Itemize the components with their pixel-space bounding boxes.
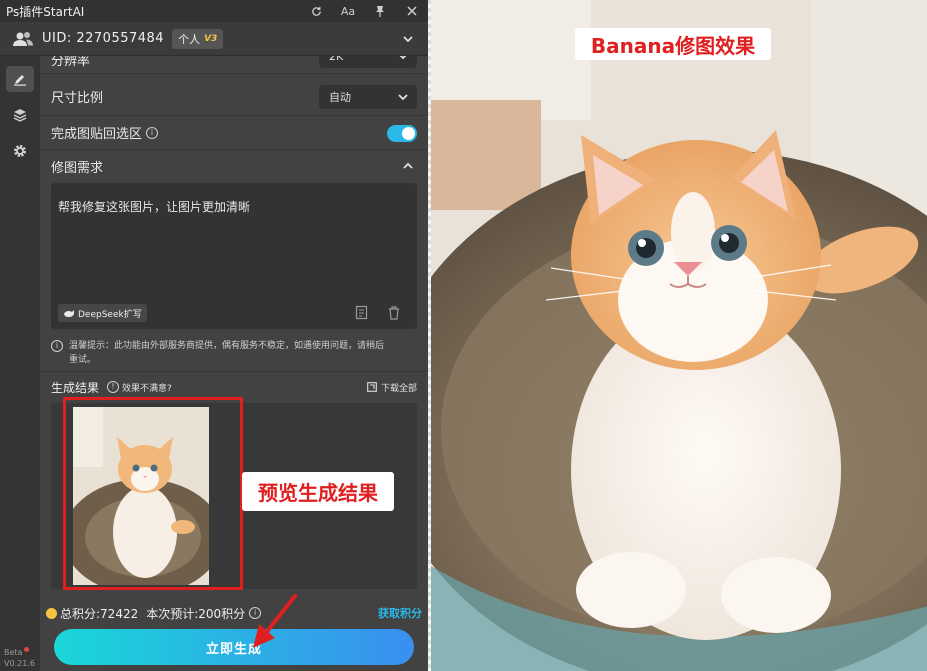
trash-icon[interactable] bbox=[387, 305, 401, 321]
preview-callout: 预览生成结果 bbox=[242, 472, 394, 511]
nav-edit[interactable] bbox=[6, 66, 34, 92]
result-header: 生成结果 ! 效果不满意? 下载全部 bbox=[51, 378, 417, 396]
layers-icon bbox=[13, 109, 27, 122]
close-icon[interactable] bbox=[396, 0, 428, 22]
plugin-panel: Ps插件StartAI Aa UID: 2270557484 个人 V3 Bet… bbox=[0, 0, 428, 671]
download-all-button[interactable]: 下载全部 bbox=[367, 381, 417, 394]
prompt-text: 帮我修复这张图片，让图片更加清晰 bbox=[58, 200, 251, 214]
beta-label: Beta bbox=[4, 648, 23, 657]
nav-settings[interactable] bbox=[6, 138, 34, 164]
download-icon bbox=[367, 382, 377, 392]
deepseek-label: DeepSeek扩写 bbox=[78, 309, 142, 320]
nav-layers[interactable] bbox=[6, 102, 34, 128]
update-dot bbox=[24, 647, 30, 652]
divider bbox=[40, 371, 428, 372]
info-icon: ! bbox=[107, 381, 120, 393]
ratio-row: 尺寸比例 自动 bbox=[40, 78, 428, 116]
toggle-knob bbox=[402, 127, 415, 140]
get-points-link[interactable]: 获取积分 bbox=[378, 605, 422, 621]
panel-content: 分辨率 2K 尺寸比例 自动 完成图贴回选区 i 修图需求 帮我修复这张图片，让… bbox=[40, 56, 428, 671]
hint-line-1: 温馨提示：此功能由外部服务商提供，偶有服务不稳定，如遇使用问题，请稍后 bbox=[69, 341, 385, 351]
points-bar: 总积分:72422 本次预计:200积分 i 获取积分 bbox=[46, 605, 422, 621]
font-size-button[interactable]: Aa bbox=[332, 0, 364, 22]
edited-photo bbox=[431, 0, 927, 671]
app-title: Ps插件StartAI bbox=[6, 4, 85, 19]
plan-badge: 个人 V3 bbox=[172, 28, 224, 49]
resolution-value: 2K bbox=[329, 56, 344, 63]
result-title: 生成结果 bbox=[51, 380, 100, 395]
resolution-select[interactable]: 2K bbox=[319, 56, 417, 68]
feedback-link[interactable]: ! 效果不满意? bbox=[103, 381, 172, 394]
photo-result-label: Banana修图效果 bbox=[575, 28, 771, 60]
info-icon: i bbox=[51, 340, 63, 352]
uid-text: UID: 2270557484 bbox=[42, 31, 165, 46]
ratio-label: 尺寸比例 bbox=[51, 91, 104, 106]
estimated-cost: 本次预计:200积分 bbox=[146, 606, 246, 621]
ratio-select[interactable]: 自动 bbox=[319, 85, 417, 109]
paste-back-toggle[interactable] bbox=[387, 125, 417, 142]
generate-button[interactable]: 立即生成 bbox=[54, 629, 414, 665]
chevron-down-icon bbox=[398, 94, 408, 101]
version-info: Beta V0.21.6 bbox=[4, 647, 35, 669]
side-nav: Beta V0.21.6 bbox=[0, 56, 40, 671]
prompt-header[interactable]: 修图需求 bbox=[40, 150, 428, 182]
paste-back-row: 完成图贴回选区 i bbox=[40, 116, 428, 150]
download-all-label: 下载全部 bbox=[380, 383, 417, 394]
total-points: 总积分:72422 bbox=[60, 606, 139, 621]
resolution-label: 分辨率 bbox=[51, 56, 91, 69]
title-bar: Ps插件StartAI Aa bbox=[0, 0, 428, 22]
service-hint: i 温馨提示：此功能由外部服务商提供，偶有服务不稳定，如遇使用问题，请稍后 重试… bbox=[51, 339, 421, 367]
ratio-value: 自动 bbox=[329, 91, 351, 104]
red-arrow-annotation bbox=[253, 594, 297, 648]
plan-version: V3 bbox=[204, 33, 218, 44]
chevron-down-icon bbox=[399, 56, 407, 60]
version-number: V0.21.6 bbox=[4, 659, 35, 668]
paste-back-label: 完成图贴回选区 bbox=[51, 127, 143, 142]
gear-icon bbox=[14, 145, 26, 157]
prompt-textarea[interactable]: 帮我修复这张图片，让图片更加清晰 DeepSeek扩写 bbox=[51, 183, 417, 329]
account-bar[interactable]: UID: 2270557484 个人 V3 bbox=[0, 22, 428, 56]
chevron-up-icon[interactable] bbox=[402, 160, 414, 172]
chevron-down-icon[interactable] bbox=[402, 33, 414, 45]
info-icon[interactable]: i bbox=[146, 126, 159, 139]
screen: Ps插件StartAI Aa UID: 2270557484 个人 V3 Bet… bbox=[0, 0, 927, 671]
pin-icon[interactable] bbox=[364, 0, 396, 22]
deepseek-expand-button[interactable]: DeepSeek扩写 bbox=[58, 304, 147, 322]
prompt-section-title: 修图需求 bbox=[51, 160, 104, 176]
coin-icon bbox=[46, 607, 57, 619]
history-icon[interactable] bbox=[355, 305, 369, 321]
hint-line-2: 重试。 bbox=[69, 355, 97, 365]
feedback-label: 效果不满意? bbox=[122, 383, 172, 394]
resolution-row: 分辨率 2K bbox=[40, 56, 428, 74]
whale-icon bbox=[64, 309, 74, 317]
users-icon bbox=[13, 31, 33, 46]
pencil-icon bbox=[14, 75, 26, 86]
refresh-icon[interactable] bbox=[300, 0, 332, 22]
plan-label: 个人 bbox=[178, 32, 201, 46]
kitten-photo bbox=[431, 0, 927, 671]
preview-highlight-box bbox=[63, 397, 243, 590]
